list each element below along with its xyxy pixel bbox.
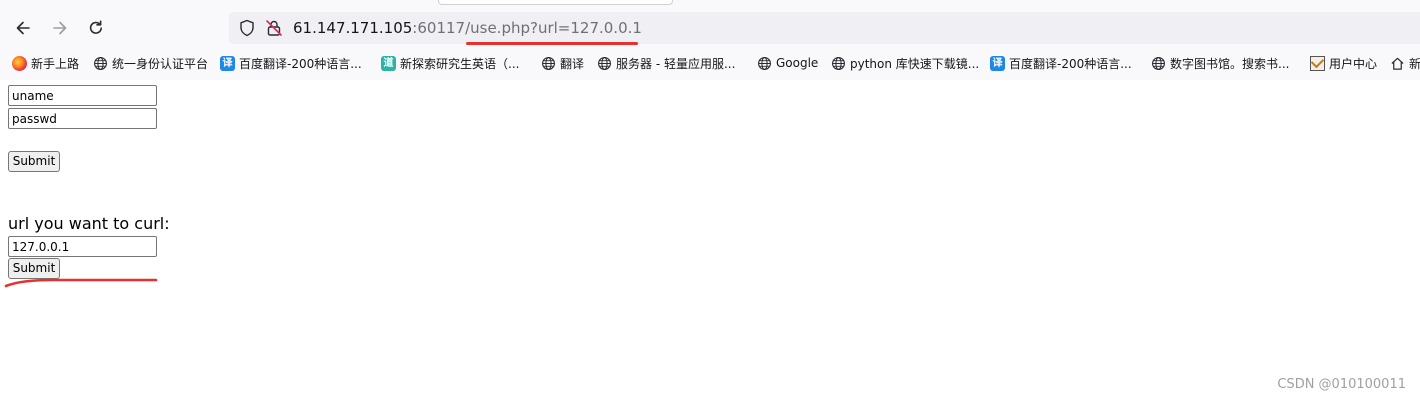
translate-icon: 译 bbox=[990, 55, 1005, 71]
globe-icon bbox=[757, 56, 772, 71]
bookmark-label: python 库快速下载镜... bbox=[850, 56, 980, 71]
bookmark-item[interactable]: 数字图书馆。搜索书... bbox=[1151, 53, 1289, 73]
bookmark-label: 新 bbox=[1409, 56, 1420, 71]
forward-arrow-icon[interactable] bbox=[48, 16, 72, 40]
bookmark-label: 服务器 - 轻量应用服... bbox=[616, 56, 736, 71]
red-annotation-underline bbox=[466, 42, 638, 45]
url-path: :60117/use.php?url=127.0.0.1 bbox=[412, 19, 642, 37]
bookmark-item[interactable]: 新手上路 bbox=[12, 53, 79, 73]
red-annotation-underline bbox=[4, 278, 158, 288]
bookmark-item[interactable]: 译 百度翻译-200种语言... bbox=[990, 53, 1132, 73]
globe-icon bbox=[541, 56, 556, 71]
bookmark-label: Google bbox=[776, 56, 819, 70]
watermark-text: CSDN @010100011 bbox=[1277, 377, 1406, 392]
bookmark-item[interactable]: 译 百度翻译-200种语言... bbox=[220, 53, 362, 73]
reload-icon[interactable] bbox=[84, 16, 108, 40]
bookmarks-bar: 新手上路 统一身份认证平台 译 百度翻译-200种语言... 道 新探索研究生英… bbox=[0, 48, 1420, 78]
bookmark-label: 翻译 bbox=[560, 56, 585, 71]
bookmark-label: 用户中心 bbox=[1329, 56, 1378, 71]
bookmark-item[interactable]: 翻译 bbox=[541, 53, 584, 73]
bookmark-item[interactable]: 统一身份认证平台 bbox=[93, 53, 208, 73]
url-text[interactable]: 61.147.171.105:60117/use.php?url=127.0.0… bbox=[293, 18, 642, 38]
bookmark-label: 统一身份认证平台 bbox=[112, 56, 209, 71]
bookmark-item[interactable]: 用户中心 bbox=[1310, 53, 1377, 73]
username-field[interactable] bbox=[8, 85, 157, 106]
globe-icon bbox=[831, 56, 846, 71]
translate-icon: 译 bbox=[220, 55, 235, 71]
bookmark-item[interactable]: python 库快速下载镜... bbox=[831, 53, 979, 73]
insecure-lock-icon[interactable] bbox=[265, 19, 283, 37]
active-tab-edge[interactable] bbox=[438, 0, 673, 5]
curl-url-label: url you want to curl: bbox=[8, 214, 170, 233]
bookmark-label: 新手上路 bbox=[31, 56, 80, 71]
login-submit-button[interactable]: Submit bbox=[8, 151, 60, 172]
bookmark-item[interactable]: 服务器 - 轻量应用服... bbox=[597, 53, 735, 73]
browser-toolbar: 61.147.171.105:60117/use.php?url=127.0.0… bbox=[0, 0, 1420, 80]
bookmark-label: 百度翻译-200种语言... bbox=[239, 56, 362, 71]
password-field[interactable] bbox=[8, 108, 157, 129]
home-icon bbox=[1390, 56, 1405, 71]
globe-icon bbox=[1151, 56, 1166, 71]
bookmark-item[interactable]: 道 新探索研究生英语（... bbox=[381, 53, 519, 73]
bookmark-item[interactable]: 新 bbox=[1390, 53, 1420, 73]
bookmark-label: 数字图书馆。搜索书... bbox=[1170, 56, 1290, 71]
page-content: Submit url you want to curl: Submit CSDN… bbox=[0, 80, 1420, 400]
curl-url-field[interactable] bbox=[8, 236, 157, 257]
globe-icon bbox=[93, 56, 108, 71]
firefox-icon bbox=[12, 55, 27, 71]
user-center-icon bbox=[1310, 55, 1325, 71]
address-bar[interactable]: 61.147.171.105:60117/use.php?url=127.0.0… bbox=[229, 12, 1420, 44]
back-arrow-icon[interactable] bbox=[11, 16, 35, 40]
dao-icon: 道 bbox=[381, 55, 396, 71]
url-host: 61.147.171.105 bbox=[293, 19, 413, 37]
shield-icon[interactable] bbox=[238, 19, 256, 37]
bookmark-label: 新探索研究生英语（... bbox=[400, 56, 520, 71]
globe-icon bbox=[597, 56, 612, 71]
bookmark-item[interactable]: Google bbox=[757, 53, 818, 73]
bookmark-label: 百度翻译-200种语言... bbox=[1009, 56, 1132, 71]
